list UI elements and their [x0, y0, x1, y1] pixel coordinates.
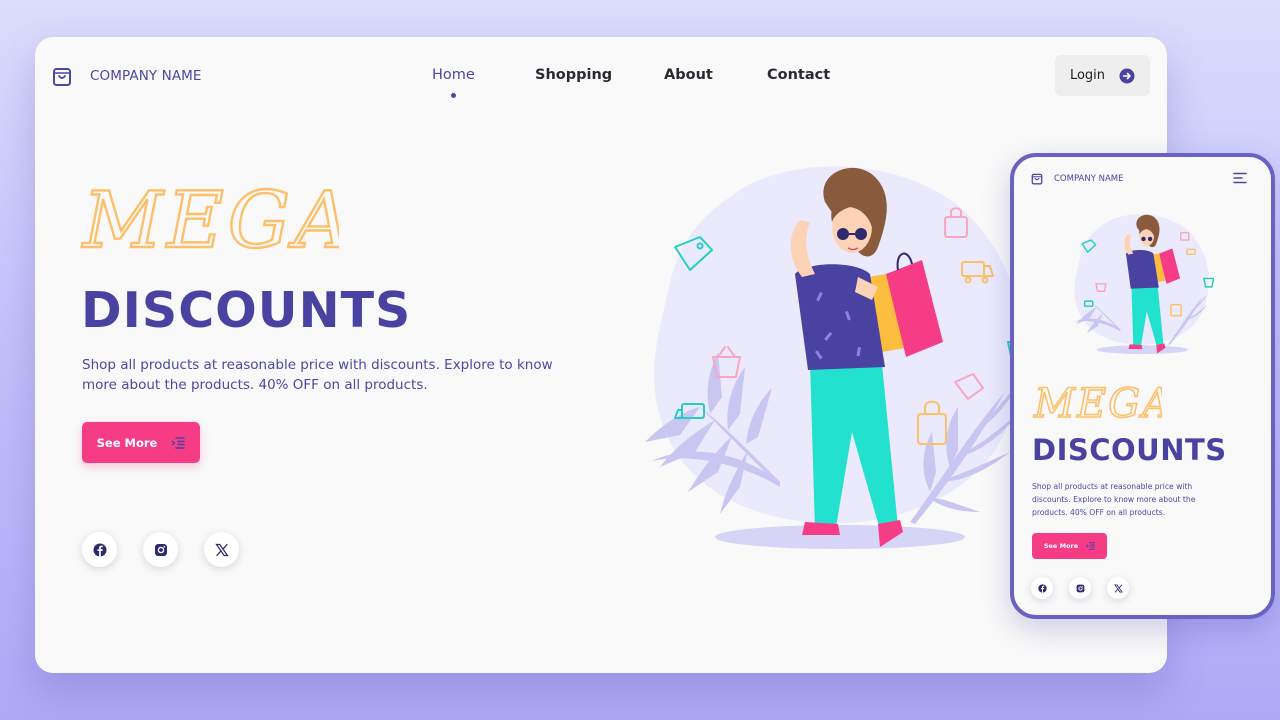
- active-nav-indicator: [451, 93, 456, 98]
- x-button[interactable]: [1107, 577, 1129, 599]
- instagram-button[interactable]: [143, 532, 178, 567]
- shopping-woman-illustration: [645, 166, 1035, 549]
- login-button[interactable]: Login: [1055, 55, 1150, 96]
- hero-headline: DISCOUNTS: [1032, 433, 1227, 467]
- mobile-landing-page: COMPANY NAME MEGA DISCOUNTS Shop all pro…: [1010, 153, 1275, 619]
- desktop-landing-page: COMPANY NAME Home Shopping About Contact…: [35, 37, 1167, 673]
- x-icon: [214, 543, 229, 556]
- hero-headline: DISCOUNTS: [81, 282, 412, 339]
- x-button[interactable]: [204, 532, 239, 567]
- instagram-button[interactable]: [1069, 577, 1091, 599]
- see-more-button[interactable]: See More: [1032, 533, 1107, 559]
- shopping-bag-icon[interactable]: [1031, 172, 1043, 185]
- list-indent-icon: [1086, 542, 1096, 550]
- company-name[interactable]: COMPANY NAME: [90, 68, 202, 84]
- nav-contact[interactable]: Contact: [767, 67, 830, 83]
- hero-description: Shop all products at reasonable price wi…: [1032, 482, 1196, 517]
- facebook-button[interactable]: [82, 532, 117, 567]
- nav-home[interactable]: Home: [432, 67, 475, 83]
- facebook-icon: [1037, 583, 1047, 593]
- instagram-icon: [154, 543, 167, 556]
- arrow-right-circle-icon: [1119, 68, 1135, 83]
- facebook-icon: [93, 543, 106, 556]
- see-more-label: See More: [96, 435, 158, 450]
- hero-description: Shop all products at reasonable price wi…: [82, 357, 553, 393]
- shopping-bag-icon[interactable]: [52, 65, 72, 87]
- svg-text:MEGA: MEGA: [1033, 381, 1162, 427]
- see-more-label: See More: [1043, 542, 1079, 550]
- instagram-icon: [1076, 584, 1084, 592]
- see-more-button[interactable]: See More: [82, 422, 200, 463]
- nav-about[interactable]: About: [664, 67, 713, 83]
- login-label: Login: [1069, 68, 1106, 83]
- mega-script-heading: MEGA: [80, 175, 339, 267]
- nav-shopping[interactable]: Shopping: [535, 67, 612, 83]
- x-icon: [1113, 584, 1123, 592]
- top-navigation: COMPANY NAME Home Shopping About Contact…: [35, 37, 1167, 117]
- company-name[interactable]: COMPANY NAME: [1054, 174, 1124, 184]
- mega-script-heading: MEGA: [1032, 380, 1162, 428]
- hamburger-menu-icon[interactable]: [1233, 172, 1247, 184]
- svg-text:MEGA: MEGA: [81, 176, 339, 266]
- list-indent-icon: [171, 436, 186, 449]
- facebook-button[interactable]: [1031, 577, 1053, 599]
- shopping-woman-illustration: [1072, 214, 1214, 355]
